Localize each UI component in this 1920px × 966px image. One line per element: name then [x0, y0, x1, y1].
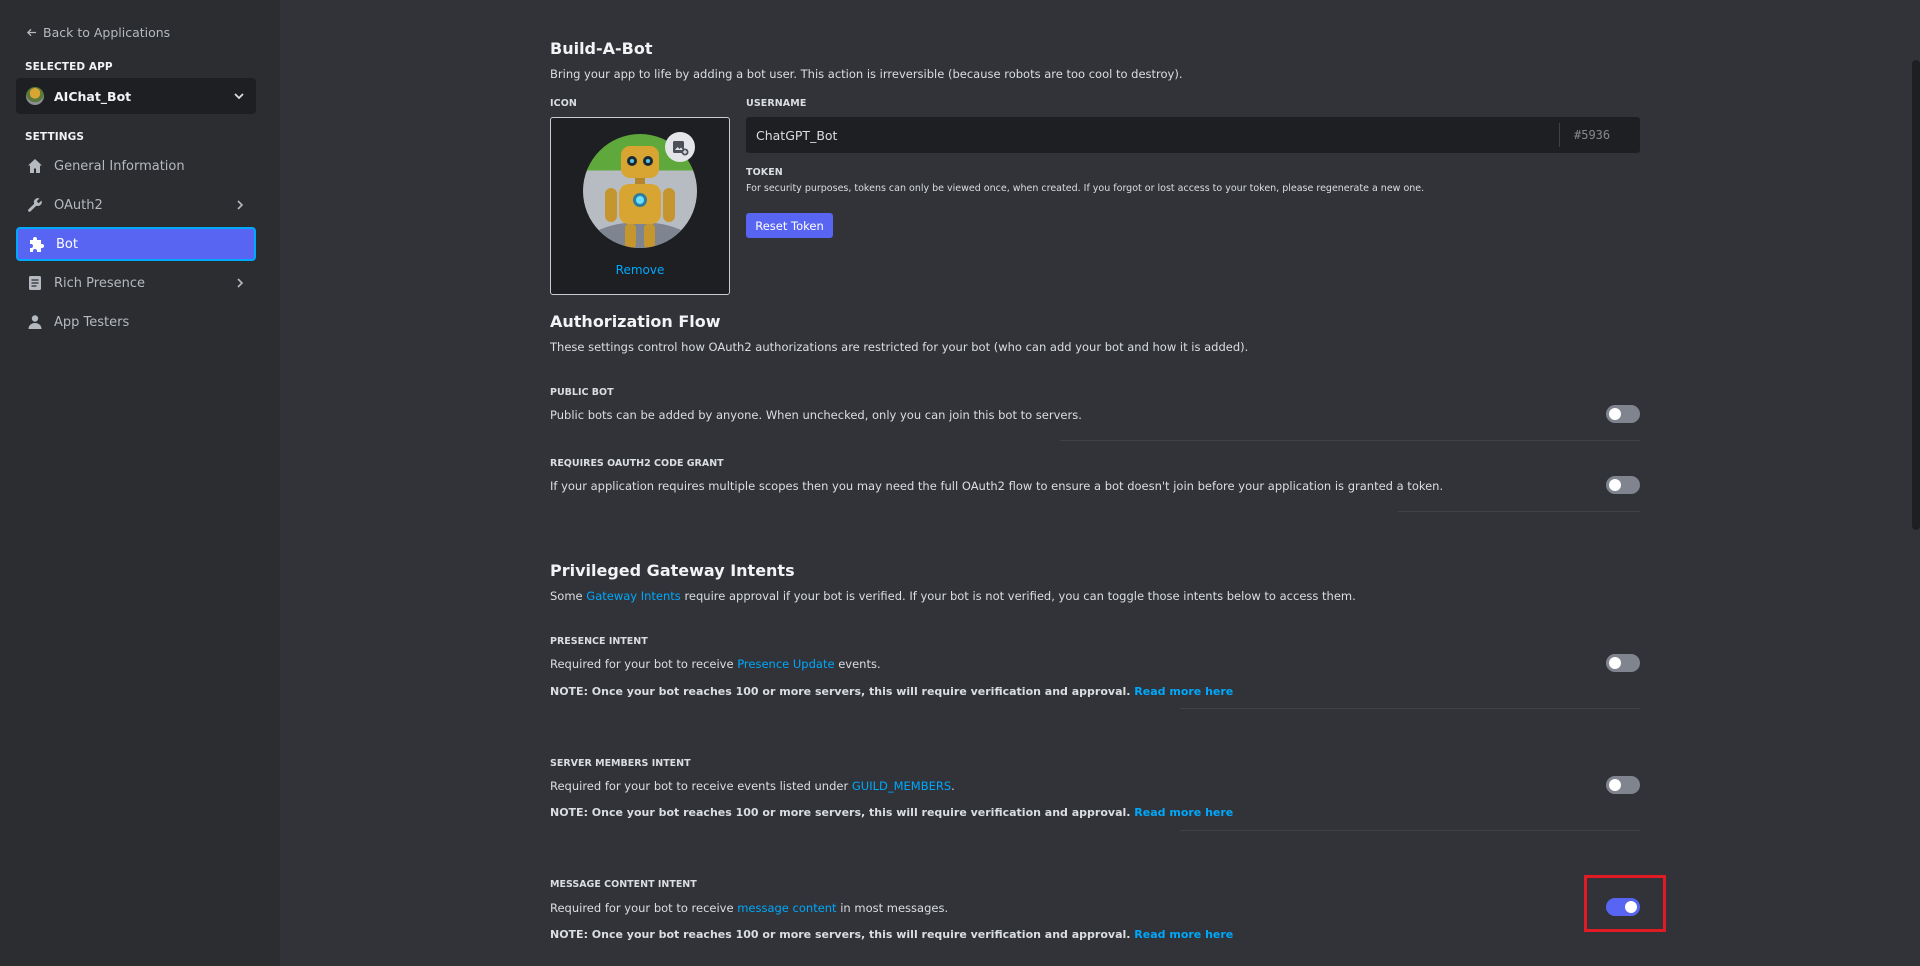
sidebar-item-label: Rich Presence: [54, 275, 145, 291]
message-content-link[interactable]: message content: [737, 901, 836, 915]
members-text-after: .: [951, 779, 955, 793]
document-icon: [29, 276, 41, 290]
sidebar-item-app-testers[interactable]: App Testers: [16, 305, 256, 339]
scrollbar[interactable]: [1912, 60, 1920, 530]
code-grant-toggle[interactable]: [1606, 476, 1640, 494]
intents-desc-after: require approval if your bot is verified…: [680, 589, 1356, 603]
toggle-knob: [1609, 408, 1621, 420]
sidebar-item-label: Bot: [56, 236, 78, 252]
intents-desc-before: Some: [550, 589, 587, 603]
toggle-knob: [1609, 779, 1621, 791]
divider: [1398, 511, 1640, 512]
message-content-note: NOTE: Once your bot reaches 100 or more …: [550, 928, 1233, 941]
back-to-applications-link[interactable]: Back to Applications: [26, 25, 170, 40]
code-grant-text: If your application requires multiple sc…: [550, 479, 1444, 493]
sidebar-item-rich-presence[interactable]: Rich Presence: [16, 266, 256, 300]
settings-label: SETTINGS: [25, 131, 84, 143]
build-a-bot-description: Bring your app to life by adding a bot u…: [550, 67, 1183, 81]
presence-intent-toggle[interactable]: [1606, 654, 1640, 672]
read-more-link[interactable]: Read more here: [1134, 685, 1233, 698]
presence-text-after: events.: [834, 657, 881, 671]
icon-label: ICON: [550, 98, 577, 109]
presence-note: NOTE: Once your bot reaches 100 or more …: [550, 685, 1233, 698]
wrench-icon: [28, 198, 42, 212]
toggle-knob: [1609, 479, 1621, 491]
chevron-down-icon: [234, 93, 244, 100]
intents-description: Some Gateway Intents require approval if…: [550, 589, 1356, 603]
username-input[interactable]: [747, 118, 1559, 152]
divider: [1180, 830, 1640, 831]
token-label: TOKEN: [746, 167, 783, 178]
note-text: NOTE: Once your bot reaches 100 or more …: [550, 685, 1131, 698]
presence-update-link[interactable]: Presence Update: [737, 657, 834, 671]
puzzle-icon: [30, 237, 44, 252]
remove-icon-link[interactable]: Remove: [551, 263, 729, 277]
message-content-text-after: in most messages.: [836, 901, 949, 915]
sidebar-item-general-information[interactable]: General Information: [16, 149, 256, 183]
main-content: Build-A-Bot Bring your app to life by ad…: [280, 0, 1920, 966]
intents-title: Privileged Gateway Intents: [550, 561, 795, 580]
server-members-intent-text: Required for your bot to receive events …: [550, 779, 955, 793]
presence-text-before: Required for your bot to receive: [550, 657, 738, 671]
app-avatar: [26, 87, 44, 105]
username-label: USERNAME: [746, 98, 807, 109]
server-members-intent-toggle[interactable]: [1606, 776, 1640, 794]
message-content-text-before: Required for your bot to receive: [550, 901, 738, 915]
note-text: NOTE: Once your bot reaches 100 or more …: [550, 806, 1131, 819]
username-field: #5936: [746, 117, 1640, 153]
sidebar-item-label: App Testers: [54, 314, 130, 330]
guild-members-link[interactable]: GUILD_MEMBERS: [852, 779, 951, 793]
divider: [1180, 708, 1640, 709]
token-description: For security purposes, tokens can only b…: [746, 183, 1425, 194]
upload-image-button[interactable]: [665, 132, 695, 162]
person-icon: [28, 315, 42, 329]
presence-intent-title: PRESENCE INTENT: [550, 636, 648, 647]
toggle-knob: [1609, 657, 1621, 669]
sidebar: Back to Applications SELECTED APP AIChat…: [0, 0, 280, 966]
image-add-icon: [673, 141, 689, 156]
discriminator: #5936: [1559, 123, 1639, 147]
public-bot-text: Public bots can be added by anyone. When…: [550, 408, 1082, 422]
message-content-intent-title: MESSAGE CONTENT INTENT: [550, 879, 697, 890]
build-a-bot-title: Build-A-Bot: [550, 39, 653, 58]
sidebar-item-oauth2[interactable]: OAuth2: [16, 188, 256, 222]
app-selector[interactable]: AIChat_Bot: [16, 78, 256, 114]
note-text: NOTE: Once your bot reaches 100 or more …: [550, 928, 1131, 941]
public-bot-title: PUBLIC BOT: [550, 387, 614, 398]
selected-app-label: SELECTED APP: [25, 61, 113, 73]
arrow-left-icon: [26, 28, 37, 37]
message-content-intent-text: Required for your bot to receive message…: [550, 901, 948, 915]
authorization-flow-title: Authorization Flow: [550, 312, 721, 331]
reset-token-button[interactable]: Reset Token: [746, 213, 833, 238]
sidebar-item-label: OAuth2: [54, 197, 103, 213]
highlight-annotation: [1584, 875, 1666, 932]
back-link-label: Back to Applications: [43, 25, 171, 40]
code-grant-title: REQUIRES OAUTH2 CODE GRANT: [550, 458, 724, 469]
public-bot-toggle[interactable]: [1606, 405, 1640, 423]
gateway-intents-link[interactable]: Gateway Intents: [586, 589, 681, 603]
presence-intent-text: Required for your bot to receive Presenc…: [550, 657, 881, 671]
app-name: AIChat_Bot: [54, 88, 132, 104]
sidebar-item-label: General Information: [54, 158, 185, 174]
authorization-flow-description: These settings control how OAuth2 author…: [550, 340, 1249, 354]
divider: [1060, 440, 1640, 441]
bot-icon-box: Remove: [550, 117, 730, 295]
home-icon: [28, 159, 42, 173]
members-text-before: Required for your bot to receive events …: [550, 779, 852, 793]
server-members-intent-title: SERVER MEMBERS INTENT: [550, 758, 691, 769]
read-more-link[interactable]: Read more here: [1134, 928, 1233, 941]
chevron-right-icon: [237, 200, 244, 210]
sidebar-item-bot[interactable]: Bot: [16, 227, 256, 261]
read-more-link[interactable]: Read more here: [1134, 806, 1233, 819]
server-members-note: NOTE: Once your bot reaches 100 or more …: [550, 806, 1233, 819]
chevron-right-icon: [237, 278, 244, 288]
